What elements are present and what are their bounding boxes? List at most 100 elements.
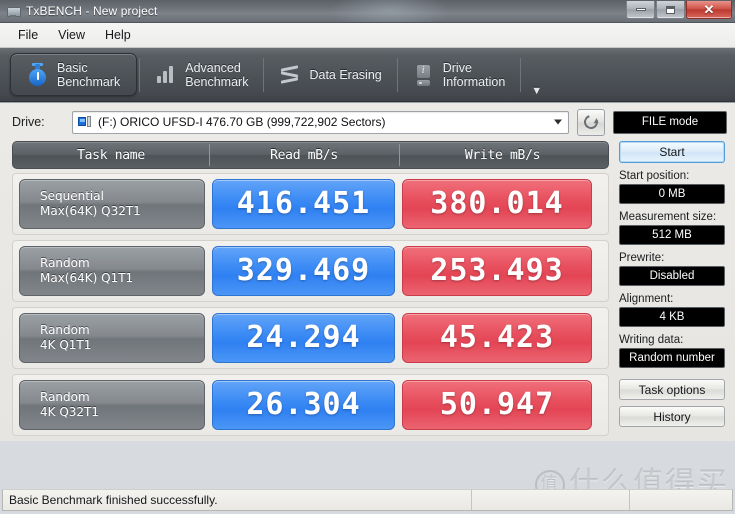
drive-select-value: (F:) ORICO UFSD-I 476.70 GB (999,722,902…: [98, 115, 386, 129]
task-name-cell[interactable]: Random 4K Q1T1: [19, 313, 205, 363]
task-options-button[interactable]: Task options: [619, 379, 725, 400]
results-rows: Sequential Max(64K) Q32T1 416.451 380.01…: [12, 173, 609, 436]
write-value: 253.493: [430, 253, 564, 288]
write-value-cell: 253.493: [402, 246, 592, 296]
history-button[interactable]: History: [619, 406, 725, 427]
menu-item-view[interactable]: View: [48, 26, 95, 44]
content-area: Drive: (F:) ORICO UFSD-I 476.70 GB (999,…: [0, 102, 735, 441]
task-name-line2: 4K Q32T1: [40, 405, 99, 419]
maximize-icon: [666, 5, 675, 14]
task-name-line1: Random: [40, 323, 90, 337]
bar-chart-icon: [155, 63, 177, 87]
status-message: Basic Benchmark finished successfully.: [3, 490, 472, 510]
drive-select[interactable]: (F:) ORICO UFSD-I 476.70 GB (999,722,902…: [72, 110, 569, 134]
write-value-cell: 45.423: [402, 313, 592, 363]
table-row: Sequential Max(64K) Q32T1 416.451 380.01…: [12, 173, 609, 235]
read-value-cell: 329.469: [212, 246, 395, 296]
shredder-icon: [279, 63, 301, 87]
read-value: 26.304: [246, 387, 361, 422]
tab-divider: [520, 57, 522, 92]
read-value: 329.469: [236, 253, 371, 288]
read-value: 416.451: [236, 186, 371, 221]
results-header: Task name Read mB/s Write mB/s: [12, 141, 609, 169]
close-button[interactable]: ✕: [686, 1, 732, 19]
column-header-write: Write mB/s: [399, 143, 606, 166]
task-name-line2: Max(64K) Q1T1: [40, 271, 134, 285]
close-icon: ✕: [703, 2, 715, 17]
results-panel: Task name Read mB/s Write mB/s Sequentia…: [12, 141, 609, 441]
tab-advanced-benchmark[interactable]: Advanced Benchmark: [142, 53, 261, 96]
status-pane-3: [630, 490, 732, 510]
task-name-cell[interactable]: Random Max(64K) Q1T1: [19, 246, 205, 296]
title-bar: TxBENCH - New project ✕: [0, 0, 735, 23]
toolbar-tabs: Basic Benchmark Advanced Benchmark Data …: [0, 48, 735, 102]
drive-icon: [78, 116, 93, 128]
chevron-down-icon: [554, 119, 562, 125]
task-name-line1: Random: [40, 390, 90, 404]
drive-label: Drive:: [12, 115, 45, 129]
refresh-icon: [581, 112, 601, 132]
menu-item-file[interactable]: File: [8, 26, 48, 44]
write-value-cell: 50.947: [402, 380, 592, 430]
tab-data-erasing[interactable]: Data Erasing: [266, 53, 394, 96]
task-name-cell[interactable]: Random 4K Q32T1: [19, 380, 205, 430]
table-row: Random 4K Q1T1 24.294 45.423: [12, 307, 609, 369]
status-pane-2: [472, 490, 630, 510]
drive-selector-row: Drive: (F:) ORICO UFSD-I 476.70 GB (999,…: [0, 103, 735, 141]
start-button[interactable]: Start: [619, 141, 725, 163]
alignment-label: Alignment:: [619, 293, 674, 305]
read-value-cell: 26.304: [212, 380, 395, 430]
tab-divider: [263, 57, 265, 92]
tab-basic-benchmark[interactable]: Basic Benchmark: [10, 53, 138, 96]
read-value-cell: 24.294: [212, 313, 395, 363]
tab-advanced-benchmark-label: Advanced Benchmark: [185, 60, 249, 89]
refresh-button[interactable]: [577, 108, 605, 136]
tab-data-erasing-label: Data Erasing: [309, 67, 382, 82]
read-value-cell: 416.451: [212, 179, 395, 229]
write-value: 380.014: [430, 186, 564, 221]
menu-item-help[interactable]: Help: [95, 26, 141, 44]
menu-bar: File View Help: [0, 23, 735, 48]
tab-divider: [139, 57, 141, 92]
writing-data-label: Writing data:: [619, 334, 684, 346]
tab-drive-information-label: Drive Information: [442, 60, 506, 89]
measurement-size-value[interactable]: 512 MB: [619, 225, 725, 245]
column-header-task-name: Task name: [77, 147, 145, 163]
txbench-window: TxBENCH - New project ✕ File View Help B…: [0, 0, 735, 514]
tab-basic-benchmark-label: Basic Benchmark: [57, 60, 121, 89]
minimize-icon: [635, 8, 646, 11]
start-position-value[interactable]: 0 MB: [619, 184, 725, 204]
table-row: Random 4K Q32T1 26.304 50.947: [12, 374, 609, 436]
start-position-label: Start position:: [619, 170, 690, 182]
settings-panel: Start Start position: 0 MB Measurement s…: [619, 141, 727, 441]
maximize-button[interactable]: [656, 1, 685, 19]
task-name-line1: Random: [40, 256, 90, 270]
file-mode-indicator[interactable]: FILE mode: [613, 110, 727, 134]
tab-drive-information[interactable]: Drive Information: [400, 53, 519, 96]
task-name-cell[interactable]: Sequential Max(64K) Q32T1: [19, 179, 205, 229]
app-icon: [6, 4, 21, 18]
prewrite-value[interactable]: Disabled: [619, 266, 725, 286]
tab-divider: [396, 57, 398, 92]
alignment-value[interactable]: 4 KB: [619, 307, 725, 327]
write-value-cell: 380.014: [402, 179, 592, 229]
task-name-line2: 4K Q1T1: [40, 338, 92, 352]
chevron-down-icon[interactable]: ▼: [531, 86, 542, 97]
table-row: Random Max(64K) Q1T1 329.469 253.493: [12, 240, 609, 302]
drive-info-icon: [413, 63, 435, 87]
column-header-read: Read mB/s: [209, 143, 399, 166]
stopwatch-icon: [27, 62, 49, 87]
read-value: 24.294: [246, 320, 361, 355]
main-split: Task name Read mB/s Write mB/s Sequentia…: [0, 141, 735, 441]
write-value: 50.947: [439, 387, 555, 422]
window-title: TxBENCH - New project: [26, 4, 158, 18]
task-name-line1: Sequential: [40, 189, 104, 203]
minimize-button[interactable]: [626, 1, 655, 19]
task-name-line2: Max(64K) Q32T1: [40, 204, 141, 218]
writing-data-value[interactable]: Random number: [619, 348, 725, 368]
measurement-size-label: Measurement size:: [619, 211, 717, 223]
prewrite-label: Prewrite:: [619, 252, 665, 264]
window-controls: ✕: [625, 1, 732, 19]
write-value: 45.423: [439, 320, 555, 355]
status-bar: Basic Benchmark finished successfully.: [2, 489, 733, 511]
